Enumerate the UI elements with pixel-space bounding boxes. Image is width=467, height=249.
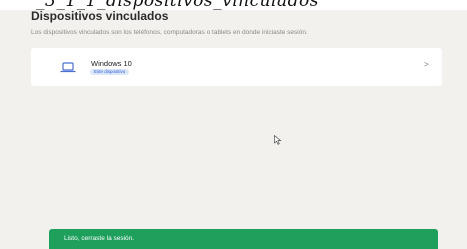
device-name: Windows 10	[91, 59, 132, 68]
toast-message: Listo, cerraste la sesión.	[64, 235, 135, 242]
device-card-windows-10[interactable]: Windows 10 Este dispositivo >	[31, 48, 442, 86]
page-title: Dispositivos vinculados	[31, 9, 169, 23]
page-description: Los dispositivos vinculados son los telé…	[31, 29, 308, 36]
laptop-icon	[60, 62, 76, 73]
toast-notification: Listo, cerraste la sesión.	[49, 229, 438, 249]
mouse-pointer-icon	[274, 135, 282, 145]
chevron-right-icon: >	[424, 60, 429, 69]
current-device-badge: Este dispositivo	[90, 69, 130, 75]
